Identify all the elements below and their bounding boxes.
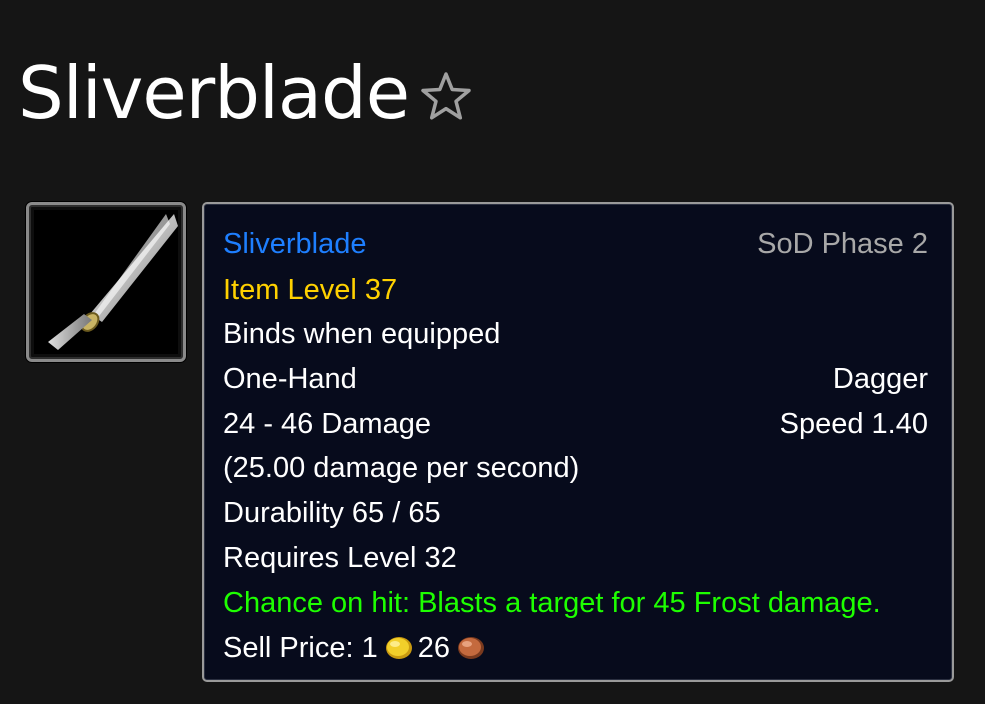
page-title: Sliverblade [18, 51, 410, 135]
copper-coin-icon [458, 637, 485, 659]
sell-price-row: Sell Price: 1 26 [223, 628, 928, 668]
weapon-type-label: Dagger [832, 363, 928, 395]
damage-text: 24 - 46 Damage [223, 408, 431, 440]
gold-coin-icon [385, 637, 412, 659]
dps-text: (25.00 damage per second) [223, 452, 580, 484]
star-outline-icon[interactable] [418, 69, 474, 125]
sell-price-label: Sell Price: [223, 632, 354, 664]
speed-text: Speed 1.40 [779, 408, 928, 440]
item-name[interactable]: Sliverblade [223, 228, 366, 260]
damage-speed-row: 24 - 46 Damage Speed 1.40 [223, 404, 928, 444]
sell-gold-amount: 1 [361, 632, 378, 664]
sell-silver-amount: 26 [417, 632, 451, 664]
binds-text: Binds when equipped [223, 318, 501, 350]
required-level-text: Requires Level 32 [223, 542, 457, 574]
item-tooltip: Sliverblade SoD Phase 2 Item Level 37 Bi… [202, 202, 954, 682]
durability-text: Durability 65 / 65 [223, 497, 441, 529]
item-icon[interactable] [26, 202, 186, 362]
tooltip-header-row: Sliverblade SoD Phase 2 [223, 224, 928, 264]
item-level: Item Level 37 [223, 274, 398, 306]
dagger-icon [34, 210, 178, 354]
slot-label: One-Hand [223, 363, 357, 395]
slot-type-row: One-Hand Dagger [223, 359, 928, 399]
phase-label: SoD Phase 2 [757, 228, 928, 260]
proc-effect-text[interactable]: Chance on hit: Blasts a target for 45 Fr… [223, 583, 928, 623]
